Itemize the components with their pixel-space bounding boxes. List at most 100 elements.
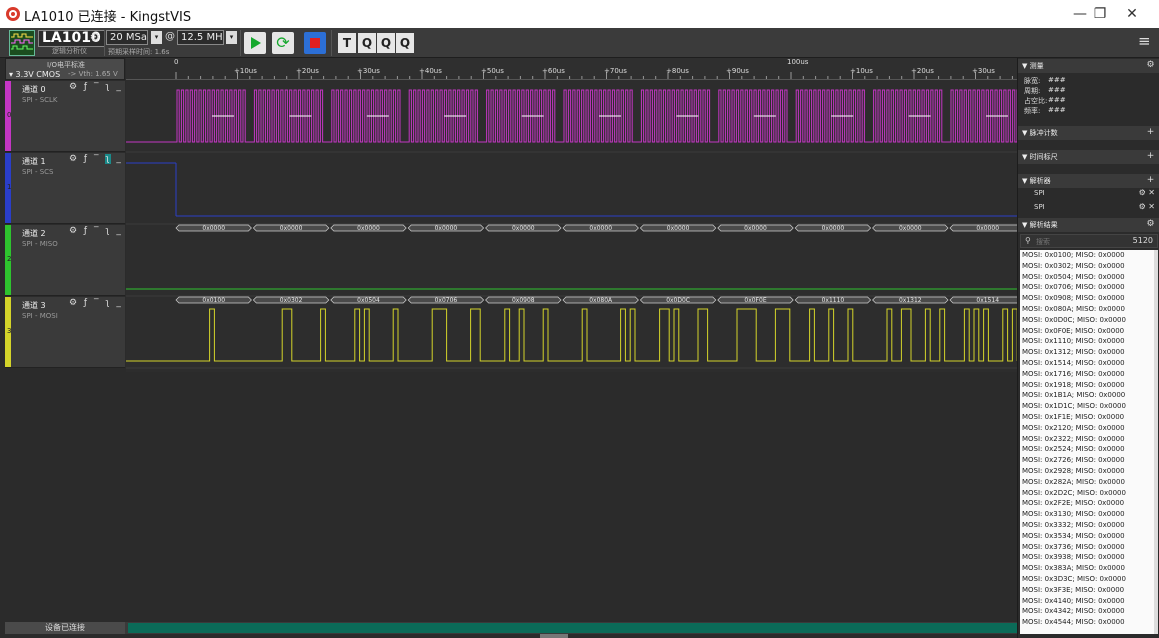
result-row[interactable]: MOSI: 0x3736; MISO: 0x0000 <box>1020 542 1154 553</box>
kingst-logo-icon <box>6 7 20 21</box>
close-button[interactable]: ✕ <box>1112 3 1152 25</box>
capture-progress-bar <box>128 623 1017 633</box>
sample-depth-dropdown-icon[interactable]: ▾ <box>151 31 162 44</box>
result-row[interactable]: MOSI: 0x2322; MISO: 0x0000 <box>1020 434 1154 445</box>
decode-value: 0x0D0C <box>666 297 690 304</box>
channel-number: 1 <box>7 183 12 191</box>
status-bar: 设备已连接 <box>5 622 1017 634</box>
decoder-item[interactable]: SPI <box>1034 189 1045 197</box>
result-row[interactable]: MOSI: 0x0100; MISO: 0x0000 <box>1020 250 1154 261</box>
result-row[interactable]: MOSI: 0x282A; MISO: 0x0000 <box>1020 477 1154 488</box>
pulse-count-section-header[interactable]: ▼ 脉冲计数 + <box>1018 126 1159 140</box>
result-row[interactable]: MOSI: 0x3534; MISO: 0x0000 <box>1020 531 1154 542</box>
decode-value: 0x0000 <box>357 225 380 232</box>
ruler-tick-label: +40us <box>419 67 442 75</box>
loop-capture-button[interactable]: ⟳ <box>272 32 294 54</box>
result-row[interactable]: MOSI: 0x2524; MISO: 0x0000 <box>1020 444 1154 455</box>
search-box[interactable]: ⚲ 5120 <box>1020 234 1158 248</box>
text-tool-button[interactable]: T <box>338 33 356 53</box>
right-panel: ▼ 测量 ⚙ 脉宽: ### 周期: ### 占空比: ### 频率: ### … <box>1017 58 1159 638</box>
channel-label-1[interactable]: 1 通道 1 SPI - SCS ⚙ ƒ ‾ ʅ _ <box>5 153 125 224</box>
ruler-tick-label: +80us <box>666 67 689 75</box>
sample-rate-select[interactable]: 12.5 MHz <box>177 30 224 45</box>
waveform-area[interactable]: 0x0000 0x0000 0x0000 0x0000 0x0000 0x0000 0x00… <box>126 80 1028 372</box>
time-ruler[interactable]: 0 100us +10us +20us +30us +40us +50us +60us +7… <box>126 58 1017 80</box>
result-row[interactable]: MOSI: 0x1716; MISO: 0x0000 <box>1020 369 1154 380</box>
add-time-ruler-icon[interactable]: + <box>1145 151 1156 162</box>
io-level-select[interactable]: ▾ 3.3V CMOS <box>9 70 60 79</box>
time-ruler-section-header[interactable]: ▼ 时间标尺 + <box>1018 150 1159 164</box>
waveform-canvas[interactable]: 0x0000 0x0000 0x0000 0x0000 0x0000 0x0000 0x00… <box>126 80 1028 372</box>
channel-label-2[interactable]: 2 通道 2 SPI - MISO ⚙ ƒ ‾ ʅ _ <box>5 225 125 296</box>
result-row[interactable]: MOSI: 0x4140; MISO: 0x0000 <box>1020 596 1154 607</box>
stop-capture-button[interactable] <box>304 32 326 54</box>
result-row[interactable]: MOSI: 0x4544; MISO: 0x0000 <box>1020 617 1154 628</box>
add-pulse-count-icon[interactable]: + <box>1145 127 1156 138</box>
device-settings-gear-icon[interactable]: ⚙ <box>88 30 102 44</box>
search-input[interactable] <box>1036 236 1116 247</box>
result-row[interactable]: MOSI: 0x3938; MISO: 0x0000 <box>1020 552 1154 563</box>
result-row[interactable]: MOSI: 0x383A; MISO: 0x0000 <box>1020 563 1154 574</box>
result-row[interactable]: MOSI: 0x1514; MISO: 0x0000 <box>1020 358 1154 369</box>
channel-label-3[interactable]: 3 通道 3 SPI - MOSI ⚙ ƒ ‾ ʅ _ <box>5 297 125 368</box>
logic-analyzer-icon[interactable] <box>9 30 35 56</box>
result-row[interactable]: MOSI: 0x0706; MISO: 0x0000 <box>1020 282 1154 293</box>
result-row[interactable]: MOSI: 0x3332; MISO: 0x0000 <box>1020 520 1154 531</box>
start-capture-button[interactable] <box>244 32 266 54</box>
decoder-settings-close-icon[interactable]: ⚙ ✕ <box>1139 202 1155 211</box>
ruler-tick-label: +20us <box>911 67 934 75</box>
sample-depth-select[interactable]: 20 MSa <box>106 30 148 45</box>
add-decoder-icon[interactable]: + <box>1145 175 1156 186</box>
result-row[interactable]: MOSI: 0x3F3E; MISO: 0x0000 <box>1020 585 1154 596</box>
results-list[interactable]: MOSI: 0x0100; MISO: 0x0000 MOSI: 0x0302; … <box>1020 250 1154 634</box>
result-row[interactable]: MOSI: 0x080A; MISO: 0x0000 <box>1020 304 1154 315</box>
sample-rate-dropdown-icon[interactable]: ▾ <box>226 31 237 44</box>
decoder-settings-close-icon[interactable]: ⚙ ✕ <box>1139 188 1155 197</box>
ruler-tick-label: +30us <box>357 67 380 75</box>
measure-value: ### <box>1048 106 1066 114</box>
result-row[interactable]: MOSI: 0x0504; MISO: 0x0000 <box>1020 272 1154 283</box>
measure-label: 频率: <box>1024 107 1041 115</box>
result-row[interactable]: MOSI: 0x4342; MISO: 0x0000 <box>1020 606 1154 617</box>
result-row[interactable]: MOSI: 0x1B1A; MISO: 0x0000 <box>1020 390 1154 401</box>
ruler-tick-label: +70us <box>604 67 627 75</box>
result-row[interactable]: MOSI: 0x3130; MISO: 0x0000 <box>1020 509 1154 520</box>
hamburger-menu-icon[interactable]: ≡ <box>1138 34 1152 49</box>
result-row[interactable]: MOSI: 0x1110; MISO: 0x0000 <box>1020 336 1154 347</box>
result-row[interactable]: MOSI: 0x0908; MISO: 0x0000 <box>1020 293 1154 304</box>
result-row[interactable]: MOSI: 0x2120; MISO: 0x0000 <box>1020 423 1154 434</box>
zoom-fit-button[interactable]: Q <box>358 33 376 53</box>
result-row[interactable]: MOSI: 0x2928; MISO: 0x0000 <box>1020 466 1154 477</box>
result-row[interactable]: MOSI: 0x1312; MISO: 0x0000 <box>1020 347 1154 358</box>
decoders-section-header[interactable]: ▼ 解析器 + <box>1018 174 1159 188</box>
result-row[interactable]: MOSI: 0x2F2E; MISO: 0x0000 <box>1020 498 1154 509</box>
channel-trigger-icons[interactable]: ⚙ ƒ ‾ ʅ _ <box>69 226 123 236</box>
zoom-out-button[interactable]: Q <box>377 33 395 53</box>
result-row[interactable]: MOSI: 0x2726; MISO: 0x0000 <box>1020 455 1154 466</box>
channel-trigger-icons[interactable]: ⚙ ƒ ‾ ʅ _ <box>69 82 123 92</box>
result-row[interactable]: MOSI: 0x2D2C; MISO: 0x0000 <box>1020 488 1154 499</box>
results-title: ▼ 解析结果 <box>1022 221 1058 229</box>
measure-section-header[interactable]: ▼ 测量 ⚙ <box>1018 59 1159 73</box>
result-row[interactable]: MOSI: 0x0D0C; MISO: 0x0000 <box>1020 315 1154 326</box>
decoder-item[interactable]: SPI <box>1034 203 1045 211</box>
channel-label-0[interactable]: 0 通道 0 SPI - SCLK ⚙ ƒ ‾ ʅ _ <box>5 81 125 152</box>
results-section-header[interactable]: ▼ 解析结果 ⚙ <box>1018 218 1159 232</box>
result-row[interactable]: MOSI: 0x1918; MISO: 0x0000 <box>1020 380 1154 391</box>
channel-trigger-icons[interactable]: ⚙ ƒ ‾ ʅ _ <box>69 154 123 164</box>
result-row[interactable]: MOSI: 0x1D1C; MISO: 0x0000 <box>1020 401 1154 412</box>
horizontal-scroll-thumb[interactable] <box>540 634 568 638</box>
result-row[interactable]: MOSI: 0x0F0E; MISO: 0x0000 <box>1020 326 1154 337</box>
channel-trigger-icons[interactable]: ⚙ ƒ ‾ ʅ _ <box>69 298 123 308</box>
results-scrollbar[interactable] <box>1154 250 1158 634</box>
io-level-panel[interactable]: I/O电平标准 ▾ 3.3V CMOS -> Vth: 1.65 V <box>5 58 125 80</box>
result-row[interactable]: MOSI: 0x1F1E; MISO: 0x0000 <box>1020 412 1154 423</box>
measure-settings-gear-icon[interactable]: ⚙ <box>1145 60 1156 71</box>
decode-value: 0x0000 <box>744 225 767 232</box>
result-row[interactable]: MOSI: 0x3D3C; MISO: 0x0000 <box>1020 574 1154 585</box>
zoom-in-button[interactable]: Q <box>396 33 414 53</box>
result-row[interactable]: MOSI: 0x0302; MISO: 0x0000 <box>1020 261 1154 272</box>
empty-waveform-area[interactable] <box>5 372 1017 622</box>
miso-decode-bar: 0x0000 0x0000 0x0000 0x0000 0x0000 0x0000 0x00… <box>175 224 1026 232</box>
results-settings-gear-icon[interactable]: ⚙ <box>1145 219 1156 230</box>
